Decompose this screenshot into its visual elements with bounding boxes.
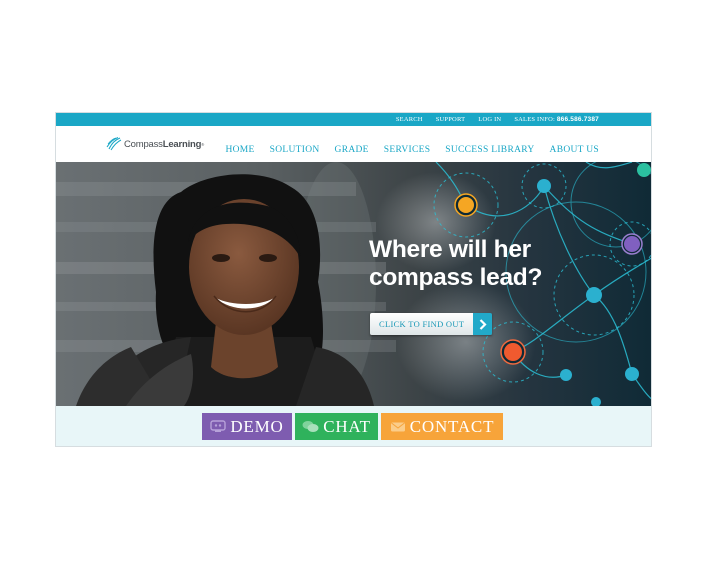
utility-bar: SEARCH SUPPORT LOG IN SALES INFO: 866.58… — [56, 113, 651, 126]
monitor-icon — [210, 420, 227, 432]
contact-label: CONTACT — [409, 416, 495, 436]
logo-text-bold: Learning — [162, 138, 202, 150]
chevron-right-icon — [473, 313, 493, 335]
chat-bubbles-icon — [302, 421, 319, 432]
site-header: Compass Learning ® HOME SOLUTION GRADE SER… — [56, 126, 651, 162]
chat-label: CHAT — [323, 416, 371, 436]
search-link[interactable]: SEARCH — [396, 116, 423, 123]
sales-phone[interactable]: 866.586.7387 — [557, 116, 599, 123]
hero-image — [56, 162, 651, 406]
demo-label: DEMO — [230, 416, 284, 436]
demo-button[interactable]: DEMO — [202, 413, 292, 440]
nav-home[interactable]: HOME — [225, 145, 254, 155]
find-out-label: CLICK TO FIND OUT — [370, 313, 474, 335]
nav-about-us[interactable]: ABOUT US — [550, 145, 599, 155]
nav-success-library[interactable]: SUCCESS LIBRARY — [445, 145, 534, 155]
chat-button[interactable]: CHAT — [295, 413, 378, 440]
compass-logo-icon — [106, 137, 122, 151]
logo-text-light: Compass — [124, 138, 163, 150]
envelope-icon — [390, 422, 405, 431]
logo-registered-mark: ® — [201, 141, 205, 147]
nav-solution[interactable]: SOLUTION — [270, 145, 320, 155]
hero-headline-line1: Where will her — [369, 236, 531, 263]
hero-headline: Where will her compass lead? — [369, 236, 542, 292]
find-out-button[interactable]: CLICK TO FIND OUT — [370, 313, 493, 335]
contact-button[interactable]: CONTACT — [381, 413, 503, 440]
login-link[interactable]: LOG IN — [478, 116, 501, 123]
site-frame: SEARCH SUPPORT LOG IN SALES INFO: 866.58… — [55, 112, 652, 447]
support-link[interactable]: SUPPORT — [436, 116, 466, 123]
compasslearning-logo[interactable]: Compass Learning ® — [106, 137, 204, 151]
nav-grade[interactable]: GRADE — [335, 145, 369, 155]
main-nav: HOME SOLUTION GRADE SERVICES SUCCESS LIB… — [225, 145, 599, 155]
nav-services[interactable]: SERVICES — [384, 145, 431, 155]
action-bar: DEMO CHAT CONTACT — [56, 406, 651, 446]
hero-headline-line2: compass lead? — [369, 264, 543, 291]
utility-links: SEARCH SUPPORT LOG IN SALES INFO: 866.58… — [396, 113, 599, 126]
sales-info: SALES INFO: 866.586.7387 — [514, 116, 599, 123]
hero-banner: Where will her compass lead? CLICK TO FI… — [56, 162, 651, 406]
sales-info-label: SALES INFO: — [514, 116, 555, 123]
